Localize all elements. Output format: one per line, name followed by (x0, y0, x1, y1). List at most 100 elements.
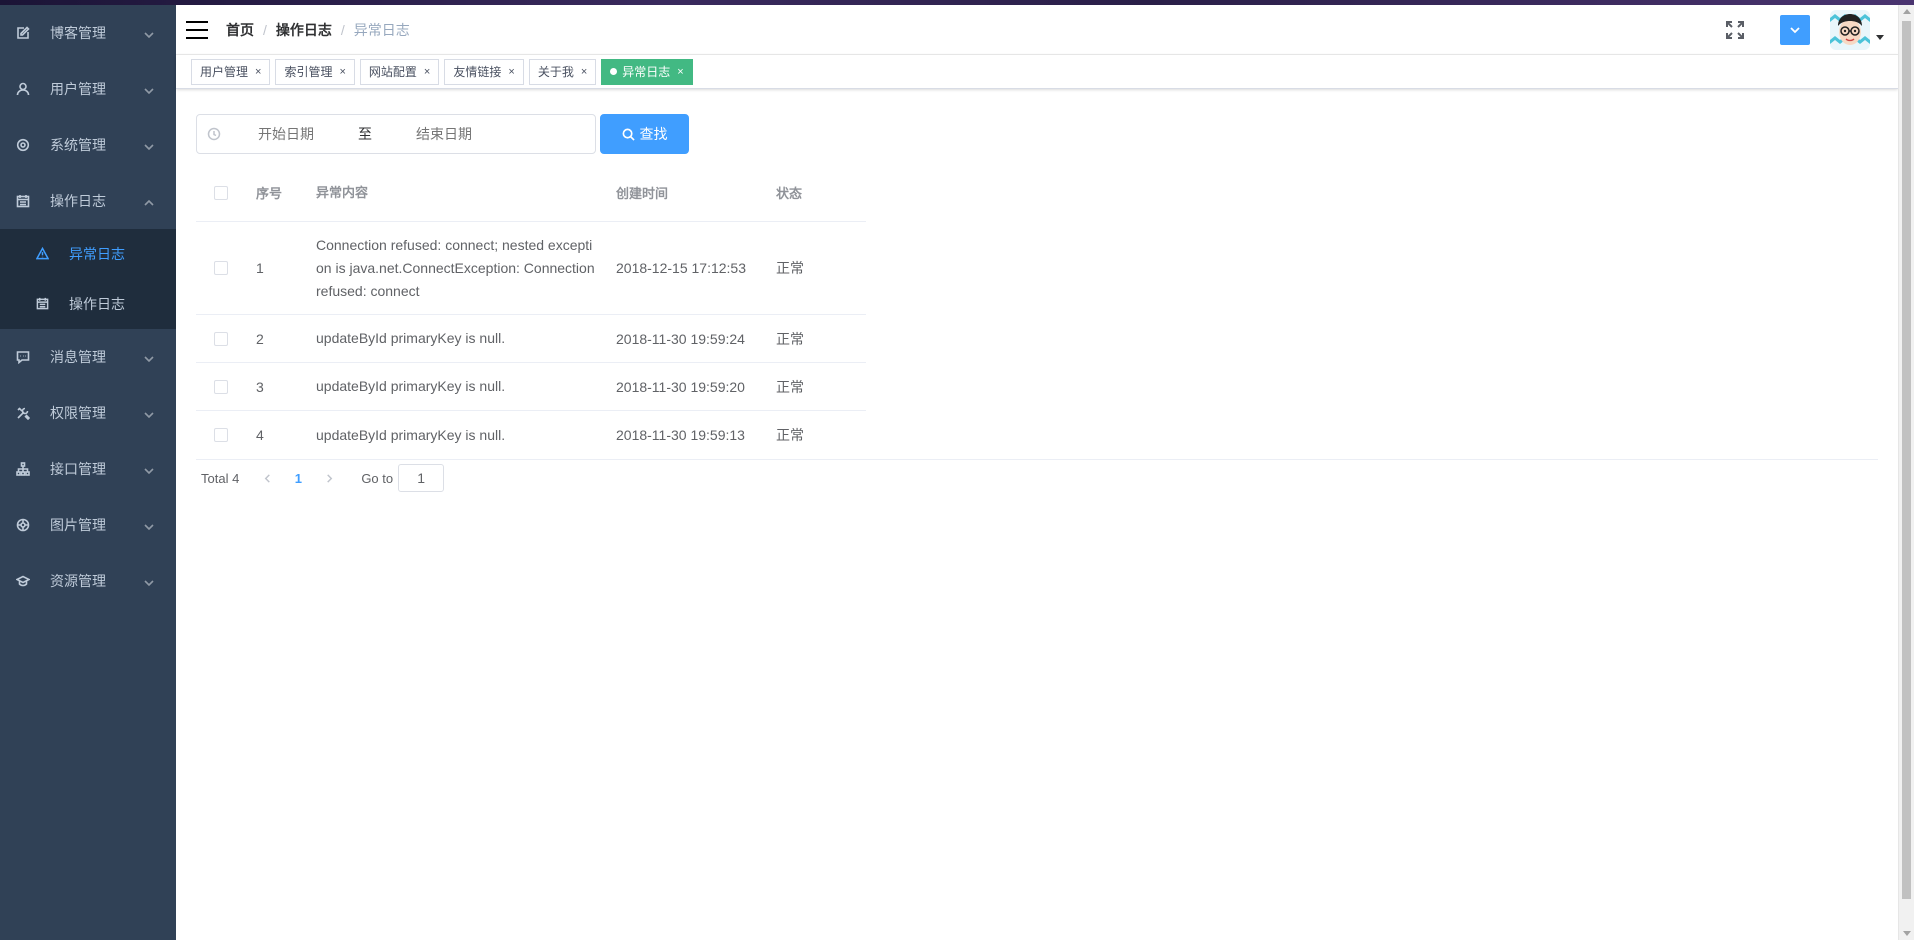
search-button[interactable]: 查找 (600, 114, 689, 154)
sidebar-item-operation-log[interactable]: 操作日志 (0, 173, 176, 229)
submenu-operation-log: 异常日志 操作日志 (0, 229, 176, 329)
date-range-picker[interactable]: 至 (196, 114, 596, 154)
sidebar-item-resources[interactable]: 资源管理 (0, 553, 176, 609)
row-checkbox[interactable] (214, 428, 228, 442)
select-all-checkbox[interactable] (214, 185, 228, 200)
breadcrumb-current: 异常日志 (353, 21, 410, 38)
exception-log-table: 序号 异常内容 创建时间 状态 1 Connection refused: co… (196, 164, 866, 459)
table-row[interactable]: 1 Connection refused: connect; nested ex… (196, 222, 866, 315)
sidebar-item-blog[interactable]: 博客管理 (0, 5, 176, 61)
row-index: 3 (256, 378, 264, 395)
tools-icon (16, 406, 30, 420)
prev-page-button[interactable] (253, 473, 281, 483)
tag-label: 索引管理 (284, 65, 333, 79)
chevron-down-icon (144, 575, 154, 587)
calendar-icon (36, 297, 50, 311)
chevron-up-icon (144, 195, 154, 206)
chevron-down-icon (144, 83, 154, 95)
breadcrumb-home[interactable]: 首页 (226, 20, 254, 40)
row-index: 4 (256, 427, 264, 443)
tag-about-me[interactable]: 关于我 × (528, 58, 597, 85)
avatar[interactable] (1830, 10, 1870, 50)
chevron-down-icon (144, 407, 154, 419)
tag-user-management[interactable]: 用户管理 × (191, 58, 271, 85)
breadcrumb: 首页 / 操作日志 / 异常日志 (226, 20, 410, 40)
filter-bar: 至 查找 (196, 114, 1878, 154)
sidebar-item-users[interactable]: 用户管理 (0, 61, 176, 117)
chevron-down-icon (144, 27, 154, 39)
hamburger-icon[interactable] (186, 20, 208, 39)
next-page-button[interactable] (315, 473, 343, 483)
gear-icon (16, 138, 30, 152)
tag-label: 异常日志 (622, 65, 671, 79)
content: 至 查找 序号 异常内容 创建时间 状态 1 Connection refuse… (176, 89, 1898, 492)
breadcrumb-operation-log[interactable]: 操作日志 (276, 20, 332, 40)
pagination: Total 4 1 Go to (196, 464, 1878, 492)
fullscreen-icon[interactable] (1725, 20, 1745, 40)
table-row[interactable]: 4 updateById primaryKey is null. 2018-11… (196, 411, 866, 459)
user-icon (16, 82, 30, 96)
row-status: 正常 (776, 427, 804, 443)
sidebar-item-exception-log[interactable]: 异常日志 (0, 229, 176, 279)
end-date-input[interactable] (379, 126, 509, 142)
close-icon[interactable]: × (339, 66, 345, 78)
sidebar-item-label: 用户管理 (50, 81, 106, 97)
active-dot (610, 68, 618, 75)
row-select-cell (196, 331, 246, 346)
scroll-up-arrow[interactable] (1903, 9, 1911, 14)
column-header: 创建时间 (616, 186, 669, 201)
range-separator: 至 (358, 126, 372, 142)
row-select-cell (196, 428, 246, 442)
size-select-button[interactable] (1780, 15, 1810, 45)
tag-exception-log[interactable]: 异常日志 × (601, 58, 693, 85)
row-content: updateById primaryKey is null. (316, 330, 506, 346)
pagination-goto: Go to (361, 464, 445, 492)
navbar-right (1725, 5, 1898, 55)
sidebar-item-operation-log-sub[interactable]: 操作日志 (0, 279, 176, 329)
chevron-down-icon (1790, 27, 1800, 34)
row-select-cell (196, 379, 246, 394)
edit-icon (16, 26, 30, 40)
sitemap-icon (16, 462, 30, 476)
scroll-thumb[interactable] (1902, 21, 1911, 899)
row-checkbox[interactable] (214, 331, 228, 346)
close-icon[interactable]: × (581, 66, 587, 78)
table-row[interactable]: 2 updateById primaryKey is null. 2018-11… (196, 315, 866, 363)
sidebar-item-label: 博客管理 (50, 25, 106, 41)
sidebar-item-system[interactable]: 系统管理 (0, 117, 176, 173)
column-header: 状态 (776, 186, 803, 201)
close-icon[interactable]: × (508, 66, 514, 78)
goto-page-input[interactable] (398, 464, 445, 492)
scroll-down-arrow[interactable] (1903, 931, 1911, 936)
sidebar-item-label: 图片管理 (50, 517, 106, 533)
close-icon[interactable]: × (424, 66, 430, 78)
warning-icon (36, 247, 50, 261)
table-row[interactable]: 3 updateById primaryKey is null. 2018-11… (196, 363, 866, 411)
tag-friend-links[interactable]: 友情链接 × (444, 58, 524, 85)
row-checkbox[interactable] (214, 261, 228, 275)
close-icon[interactable]: × (255, 66, 261, 78)
tag-index-management[interactable]: 索引管理 × (275, 58, 355, 85)
graduation-cap-icon (16, 574, 30, 588)
caret-down-icon[interactable] (1876, 34, 1884, 40)
calendar-icon (16, 194, 30, 208)
sidebar-item-api[interactable]: 接口管理 (0, 441, 176, 497)
row-time: 2018-11-30 19:59:13 (616, 427, 745, 443)
row-index: 2 (256, 330, 264, 347)
header-select-cell (196, 185, 246, 200)
tag-site-config[interactable]: 网站配置 × (359, 58, 440, 85)
close-icon[interactable]: × (677, 66, 683, 78)
sidebar-item-images[interactable]: 图片管理 (0, 497, 176, 553)
vertical-scrollbar[interactable] (1898, 5, 1914, 940)
start-date-input[interactable] (221, 126, 351, 142)
chevron-left-icon (264, 473, 270, 483)
sidebar-item-label: 异常日志 (69, 246, 125, 262)
goto-label: Go to (361, 470, 394, 486)
row-time: 2018-12-15 17:12:53 (616, 260, 746, 276)
sidebar-item-label: 操作日志 (69, 296, 125, 312)
sidebar-item-messages[interactable]: 消息管理 (0, 329, 176, 385)
page-number[interactable]: 1 (281, 471, 315, 486)
chevron-down-icon (144, 351, 154, 363)
sidebar-item-permissions[interactable]: 权限管理 (0, 385, 176, 441)
row-checkbox[interactable] (214, 379, 228, 394)
